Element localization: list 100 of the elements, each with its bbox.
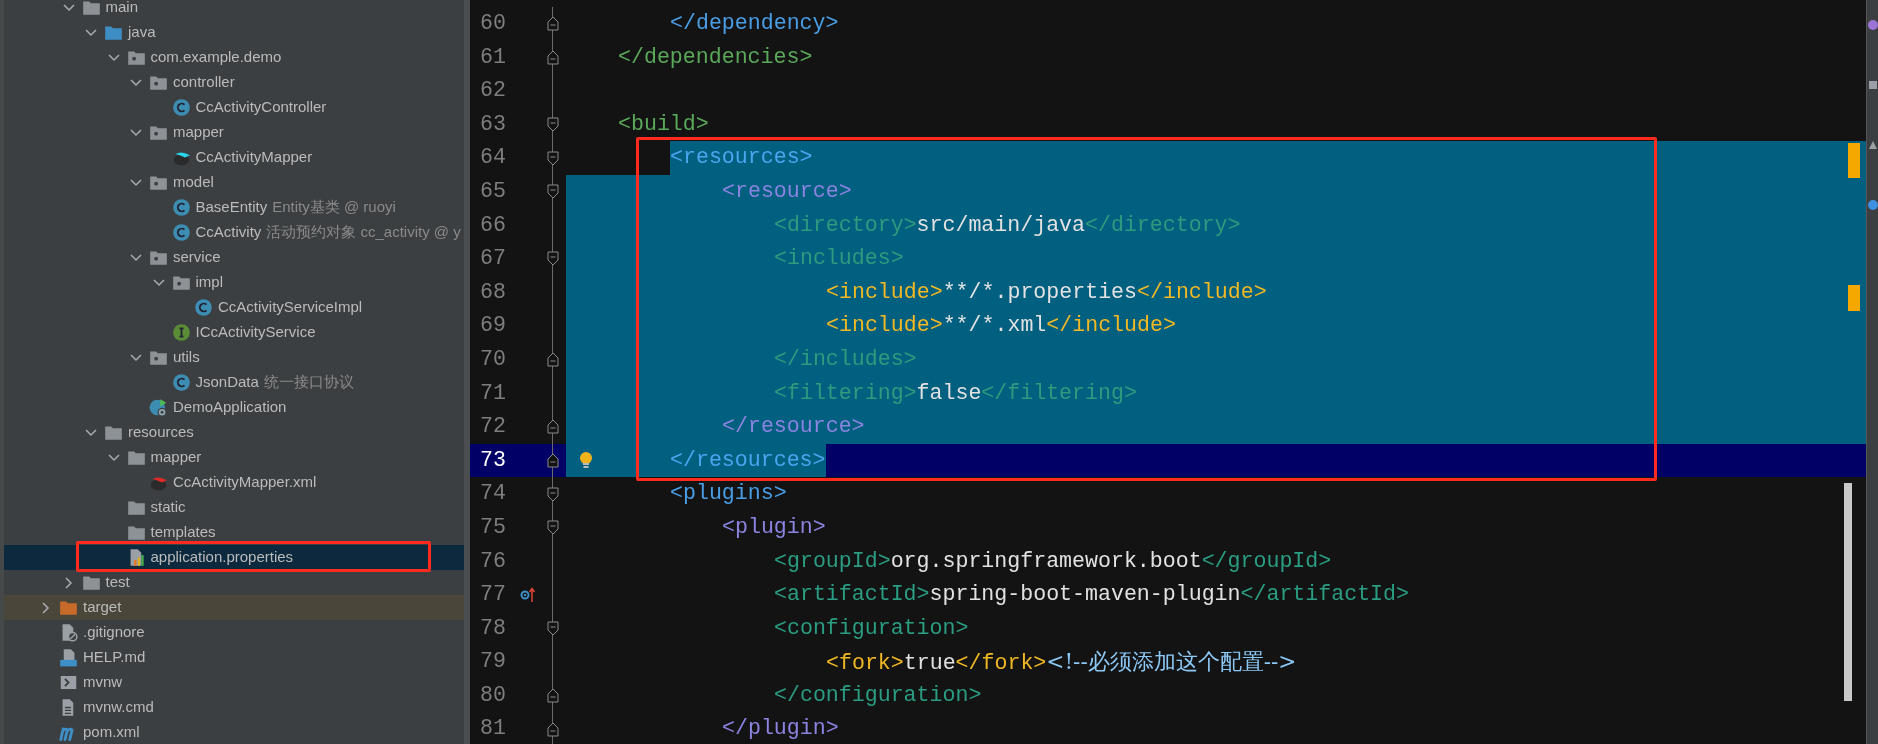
fold-icon[interactable] xyxy=(547,150,559,166)
tree-item[interactable]: DemoApplication xyxy=(4,395,464,420)
line-number: 66 xyxy=(480,211,506,239)
unfold-icon[interactable] xyxy=(547,352,559,368)
code-line: <filtering>false</filtering> xyxy=(774,379,1137,407)
line-number: 77 xyxy=(480,581,506,609)
unfold-icon[interactable] xyxy=(547,419,559,435)
item-label: mapper xyxy=(150,447,202,468)
item-label: static xyxy=(150,497,186,518)
tree-item[interactable]: service xyxy=(4,245,464,270)
fold-icon[interactable] xyxy=(547,486,559,502)
tree-item[interactable]: static xyxy=(4,495,464,520)
tree-item[interactable]: test xyxy=(4,570,464,595)
tree-item[interactable]: CcActivity 活动预约对象 cc_activity @ y xyxy=(4,220,464,245)
item-label: com.example.demo xyxy=(150,47,282,68)
tree-item[interactable]: JsonData 统一接口协议 xyxy=(4,370,464,395)
item-note: Entity基类 @ ruoyi xyxy=(272,197,396,218)
item-label: target xyxy=(83,597,122,618)
code-line: </dependencies> xyxy=(618,43,813,71)
tool-window-icon[interactable] xyxy=(1867,80,1878,90)
item-note: 统一接口协议 xyxy=(263,372,354,393)
fold-icon[interactable] xyxy=(547,251,559,267)
code-line: <includes> xyxy=(774,245,904,273)
tree-item[interactable]: target xyxy=(4,595,464,620)
unfold-icon[interactable] xyxy=(547,688,559,704)
tree-item[interactable]: model xyxy=(4,170,464,195)
tree-item[interactable]: controller xyxy=(4,70,464,95)
line-number: 60 xyxy=(480,10,506,37)
tree-item[interactable]: application.properties xyxy=(4,545,464,570)
tree-item[interactable]: templates xyxy=(4,520,464,545)
tree-item[interactable]: impl xyxy=(4,270,464,295)
unfold-icon[interactable] xyxy=(547,49,559,65)
class-run-icon xyxy=(149,398,168,417)
fold-icon[interactable] xyxy=(547,184,559,200)
item-label: impl xyxy=(195,272,223,293)
class-icon xyxy=(171,373,191,392)
code-line: </resource> xyxy=(722,413,865,441)
item-label: mvnw.cmd xyxy=(83,697,154,718)
terminal-icon xyxy=(59,673,78,692)
tree-item[interactable]: mvnw xyxy=(4,670,464,695)
tree-item[interactable]: .gitignore xyxy=(4,620,464,645)
class-icon xyxy=(171,198,191,217)
markdown-file-icon xyxy=(59,648,78,667)
tree-item[interactable]: CcActivityServiceImpl xyxy=(4,295,464,320)
tree-item[interactable]: utils xyxy=(4,345,464,370)
tree-item[interactable]: HELP.md xyxy=(4,645,464,670)
tree-item[interactable]: main xyxy=(4,0,464,20)
line-number: 61 xyxy=(480,43,506,71)
code-line: <plugin> xyxy=(722,513,826,541)
item-label: DemoApplication xyxy=(173,397,287,418)
item-label: mapper xyxy=(173,122,224,143)
unfold-icon[interactable] xyxy=(547,16,559,32)
line-number: 78 xyxy=(480,614,506,642)
tree-item[interactable]: CcActivityMapper.xml xyxy=(4,470,464,495)
line-number: 72 xyxy=(480,413,506,441)
unfold-icon[interactable] xyxy=(547,721,559,737)
tree-item[interactable]: ICcActivityService xyxy=(4,320,464,345)
tree-item[interactable]: mapper xyxy=(4,120,464,145)
tree-item[interactable]: mvnw.cmd xyxy=(4,695,464,720)
code-line: </dependency> xyxy=(670,10,839,37)
tool-window-icon[interactable] xyxy=(1867,200,1878,210)
item-label: CcActivityServiceImpl xyxy=(218,297,363,318)
fold-icon[interactable] xyxy=(547,117,559,133)
tree-item[interactable]: CcActivityController xyxy=(4,95,464,120)
item-label: JsonData xyxy=(195,372,259,393)
tree-item[interactable]: CcActivityMapper xyxy=(4,145,464,170)
tree-item[interactable]: BaseEntity Entity基类 @ ruoyi xyxy=(4,195,464,220)
code-line: <configuration> xyxy=(774,614,969,642)
line-number: 79 xyxy=(480,648,506,676)
code-line: </resources> xyxy=(670,446,826,474)
code-line: <resource> xyxy=(722,177,852,205)
line-number: 75 xyxy=(480,513,506,541)
line-number: 63 xyxy=(480,110,506,138)
lightbulb-icon[interactable] xyxy=(578,449,594,470)
tree-item[interactable]: resources xyxy=(4,420,464,445)
tree-item[interactable]: mapper xyxy=(4,445,464,470)
code-line: </plugin> xyxy=(722,715,839,743)
item-label: java xyxy=(128,22,156,43)
tool-window-icon[interactable] xyxy=(1867,140,1878,150)
fold-icon[interactable] xyxy=(547,621,559,636)
unfold-icon[interactable] xyxy=(547,453,559,468)
line-number: 71 xyxy=(480,379,506,407)
code-line: </includes> xyxy=(774,345,917,373)
code-line: <directory>src/main/java</directory> xyxy=(774,211,1241,239)
item-label: test xyxy=(105,572,130,593)
fold-icon[interactable] xyxy=(547,520,559,536)
tree-item[interactable]: com.example.demo xyxy=(4,45,464,70)
override-marker-icon[interactable] xyxy=(520,586,536,604)
item-label: templates xyxy=(150,522,216,543)
code-line: <plugins> xyxy=(670,480,787,508)
tree-item[interactable]: java xyxy=(4,20,464,45)
item-label: mvnw xyxy=(83,672,123,693)
code-line: <resources> xyxy=(670,144,813,172)
tool-window-icon[interactable] xyxy=(1867,20,1878,30)
item-label: CcActivity xyxy=(195,222,262,243)
scrollbar-thumb[interactable] xyxy=(1844,483,1852,701)
line-number: 65 xyxy=(480,177,506,205)
line-number: 81 xyxy=(480,715,506,743)
code-line: <fork>true</fork><!--必须添加这个配置--> xyxy=(826,648,1297,678)
tree-item[interactable]: pom.xml xyxy=(4,720,464,744)
